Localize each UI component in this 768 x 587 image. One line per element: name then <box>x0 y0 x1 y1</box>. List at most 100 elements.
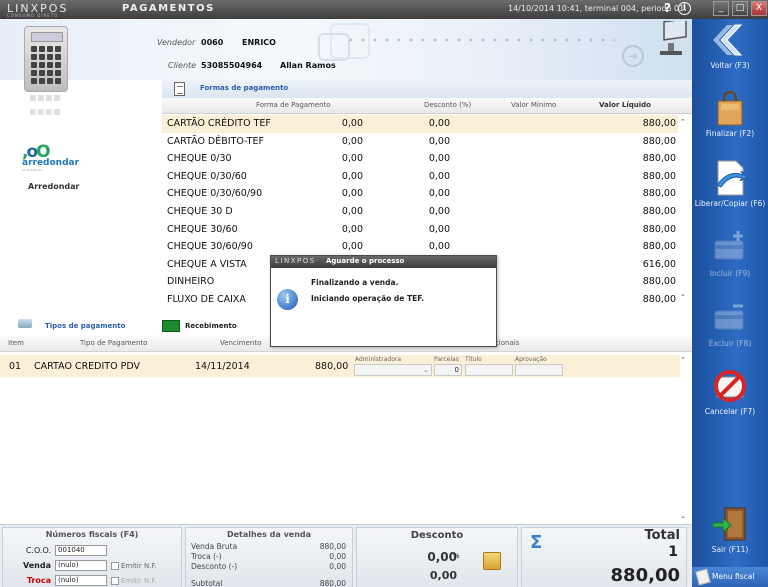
column-header: Desconto (%) <box>424 101 472 109</box>
payment-method-name: FLUXO DE CAIXA <box>167 293 246 305</box>
sair-label: Sair (F11) <box>711 545 749 554</box>
net-value-cell: 880,00 <box>642 188 676 200</box>
scroll-up-icon[interactable]: ⌃ <box>680 356 686 364</box>
incluir-button[interactable]: Incluir (F9) <box>692 227 768 295</box>
desconto-label: Desconto (-) <box>191 562 238 571</box>
voltar-button[interactable]: Voltar (F3) <box>692 19 768 87</box>
table-row[interactable]: CHEQUE 30 D 0,00 0,00 880,00 <box>162 203 678 221</box>
total-value: 880,00 <box>610 565 680 586</box>
venda-bruta-label: Venda Bruta <box>191 542 238 551</box>
table-row[interactable]: CARTÃO CRÉDITO TEF 0,00 0,00 880,00 <box>162 115 678 133</box>
formas-pagamento-label: Formas de pagamento <box>200 84 289 92</box>
payment-value: 880,00 <box>315 361 349 372</box>
column-header: Vencimento <box>220 339 262 347</box>
payment-method-name: CHEQUE 0/30 <box>167 153 232 165</box>
chevron-down-icon[interactable]: ⌄ <box>423 365 429 375</box>
liberar-copiar-button[interactable]: Liberar/Copiar (F6) <box>692 157 768 225</box>
emitir-nf-checkbox-2[interactable] <box>111 577 119 585</box>
troca-value: 0,00 <box>329 552 346 561</box>
menu-fiscal-button[interactable]: Menu fiscal <box>692 567 768 587</box>
decorative-dots <box>345 38 615 42</box>
aprovacao-input[interactable] <box>515 364 563 376</box>
troca-label: Troca <box>26 576 51 585</box>
net-value-cell: 880,00 <box>642 276 676 288</box>
troca-field[interactable]: (nulo) <box>55 575 107 586</box>
net-value-cell: 616,00 <box>642 258 676 270</box>
formas-pagamento-tab[interactable]: Formas de pagamento <box>162 80 692 98</box>
payment-method-name: CHEQUE 0/30/60/90 <box>167 188 263 200</box>
table-row[interactable]: 01 CARTAO CREDITO PDV 14/11/2014 880,00 <box>0 355 680 377</box>
vendedor-label: Vendedor <box>157 38 196 47</box>
minimize-button[interactable]: _ <box>713 1 729 16</box>
arrow-right-icon: ➜ <box>622 45 644 67</box>
money-icon <box>162 320 180 332</box>
net-value-cell: 880,00 <box>642 293 676 305</box>
info-icon[interactable]: i <box>678 2 691 15</box>
coo-field[interactable]: 001040 <box>55 545 107 556</box>
sair-button[interactable]: Sair (F11) <box>692 503 768 571</box>
discount-cell: 0,00 <box>341 153 363 165</box>
card-icon <box>18 319 32 328</box>
scroll-up-icon[interactable]: ⌃ <box>680 118 686 126</box>
payment-method-name: CARTÃO DÉBITO-TEF <box>167 135 264 147</box>
dialog-title-bar: LINXPOS Aguarde o processo <box>271 256 496 268</box>
discount-cell: 0,00 <box>341 188 363 200</box>
emitir-nf-label-2: Emitir N.F. <box>121 577 157 585</box>
table-row[interactable]: CHEQUE 0/30 0,00 0,00 880,00 <box>162 150 678 168</box>
discount-icon[interactable] <box>483 552 501 570</box>
table-row[interactable]: CHEQUE 30/60 0,00 0,00 880,00 <box>162 221 678 239</box>
dialog-message-2: Iniciando operação de TEF. <box>311 294 425 303</box>
cancelar-button[interactable]: Cancelar (F7) <box>692 365 768 433</box>
table-row[interactable]: CARTÃO DÉBITO-TEF 0,00 0,00 880,00 <box>162 133 678 151</box>
administradora-select[interactable]: ⌄ <box>354 364 432 376</box>
aprovacao-label: Aprovação <box>515 356 547 363</box>
table-row[interactable]: CHEQUE 0/30/60 0,00 0,00 880,00 <box>162 168 678 186</box>
table-row[interactable]: CHEQUE 30/60/90 0,00 0,00 880,00 <box>162 238 678 256</box>
parcelas-input[interactable]: 0 <box>434 364 462 376</box>
titulo-input[interactable] <box>465 364 513 376</box>
finalizar-button[interactable]: Finalizar (F2) <box>692 87 768 155</box>
arredondar-logo[interactable]: ,oO arredondar eu arredondo <box>22 142 84 172</box>
due-date: 14/11/2014 <box>195 361 250 372</box>
card-add-icon <box>714 231 744 260</box>
discount-cell: 0,00 <box>341 135 363 147</box>
pagamentos-table[interactable]: Item Tipo de Pagamento Vencimento Dados … <box>0 336 692 524</box>
arredondar-label[interactable]: Arredondar <box>28 182 80 191</box>
emitir-nf-checkbox[interactable] <box>111 562 119 570</box>
minimum-cell: 0,00 <box>428 170 450 182</box>
detalhes-venda-panel: Detalhes da venda Venda Bruta 880,00 Tro… <box>185 527 353 587</box>
column-header: Tipo de Pagamento <box>80 339 148 347</box>
cancelar-label: Cancelar (F7) <box>704 407 756 416</box>
discount-cell: 0,00 <box>341 170 363 182</box>
cliente-code: 53085504964 <box>201 61 263 70</box>
session-status: 14/10/2014 10:41, terminal 004, periodo … <box>508 4 687 13</box>
total-quantity: 1 <box>668 544 678 560</box>
table-row[interactable]: CHEQUE 0/30/60/90 0,00 0,00 880,00 <box>162 185 678 203</box>
calculator-icon[interactable] <box>24 26 68 92</box>
column-header: Forma de Pagamento <box>256 101 331 109</box>
scroll-down-icon[interactable]: ⌄ <box>680 290 686 298</box>
column-header: Valor Líquido <box>599 101 651 109</box>
tipos-pagamento-tab[interactable]: Tipos de pagamento <box>45 322 125 330</box>
receipt-icon <box>695 568 711 586</box>
discount-cell: 0,00 <box>341 118 363 129</box>
troca-label: Troca (-) <box>191 552 222 561</box>
minimum-cell: 0,00 <box>428 118 450 129</box>
payment-method-name: DINHEIRO <box>167 276 215 288</box>
minimum-cell: 0,00 <box>428 223 450 235</box>
excluir-button[interactable]: Excluir (F8) <box>692 297 768 365</box>
help-icon[interactable]: ? <box>664 1 671 15</box>
venda-field[interactable]: (nulo) <box>55 560 107 571</box>
desconto-value[interactable]: 0,00 <box>430 569 457 582</box>
maximize-button[interactable]: □ <box>732 1 748 16</box>
table-header: Forma de Pagamento Desconto (%) Valor Mí… <box>162 98 692 114</box>
scroll-down-icon[interactable]: ⌄ <box>680 512 686 520</box>
recebimento-tab[interactable]: Recebimento <box>185 322 237 330</box>
column-header: Valor Mínimo <box>511 101 557 109</box>
vendedor-name: ENRICO <box>242 38 276 47</box>
wait-dialog: LINXPOS Aguarde o processo i Finalizando… <box>270 255 497 347</box>
payment-method-name: CHEQUE 30/60/90 <box>167 241 253 253</box>
panel-title: Detalhes da venda <box>226 530 312 539</box>
vertical-scrollbar[interactable]: ⌃ ⌄ <box>680 116 690 302</box>
close-button[interactable]: X <box>751 1 767 16</box>
